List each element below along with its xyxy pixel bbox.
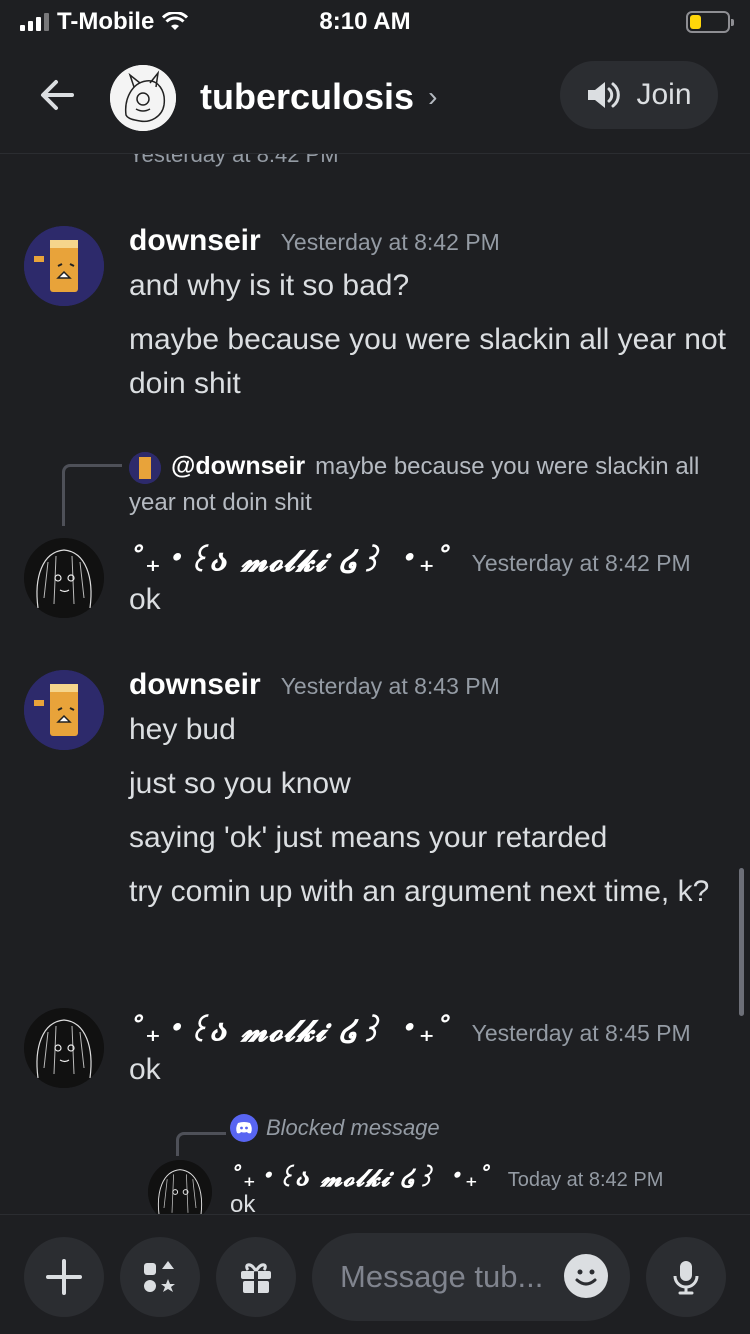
gift-button[interactable] bbox=[216, 1237, 296, 1317]
status-time: 8:10 AM bbox=[319, 8, 411, 35]
cellular-signal-icon bbox=[20, 13, 49, 31]
username[interactable]: downseir bbox=[129, 668, 261, 702]
message-text: just so you know bbox=[129, 767, 351, 800]
username[interactable]: downseir bbox=[129, 224, 261, 258]
channel-name: tuberculosis bbox=[200, 76, 415, 117]
chevron-right-icon: › bbox=[428, 81, 438, 112]
voice-message-button[interactable] bbox=[646, 1237, 726, 1317]
status-bar: T-Mobile 8:10 AM bbox=[0, 0, 750, 44]
emoji-icon[interactable] bbox=[564, 1254, 608, 1298]
channel-header: tuberculosis › Join bbox=[0, 44, 750, 154]
user-avatar[interactable] bbox=[148, 1160, 212, 1214]
reply-avatar bbox=[129, 451, 161, 484]
message-text: and why is it so bad? bbox=[129, 269, 410, 302]
battery-icon bbox=[686, 11, 734, 33]
group-avatar[interactable] bbox=[110, 65, 176, 131]
reply-username: @downseir bbox=[171, 452, 306, 480]
user-avatar[interactable] bbox=[24, 670, 104, 750]
username[interactable]: ˚₊‧꒰ა 𝓶𝓸𝓵𝓴𝓲 ໒꒱ ‧₊˚ bbox=[129, 540, 452, 579]
message-input-container[interactable] bbox=[312, 1233, 630, 1321]
message-text: ok bbox=[129, 583, 161, 616]
back-arrow-icon[interactable] bbox=[36, 74, 78, 116]
user-avatar[interactable] bbox=[24, 1008, 104, 1088]
join-voice-button[interactable]: Join bbox=[560, 61, 718, 129]
blocked-message-reply[interactable]: Blocked message bbox=[230, 1114, 440, 1142]
message-timestamp: Yesterday at 8:42 PM bbox=[129, 154, 339, 167]
wifi-icon bbox=[162, 12, 189, 30]
message-text: hey bud bbox=[129, 713, 236, 746]
microphone-icon bbox=[673, 1261, 699, 1295]
add-attachment-button[interactable] bbox=[24, 1237, 104, 1317]
apps-icon bbox=[144, 1261, 175, 1292]
plus-icon bbox=[46, 1259, 82, 1295]
user-avatar[interactable] bbox=[24, 226, 104, 306]
carrier-label: T-Mobile bbox=[57, 8, 155, 35]
gift-icon bbox=[241, 1263, 271, 1293]
message-input[interactable] bbox=[340, 1259, 550, 1295]
message-text: saying 'ok' just means your retarded bbox=[129, 821, 608, 854]
message-timestamp: Today at 8:42 PM bbox=[507, 1169, 664, 1191]
reply-connector bbox=[176, 1132, 226, 1156]
message-text: ok bbox=[230, 1191, 256, 1214]
message-text: maybe because you were slackin all year … bbox=[129, 323, 726, 400]
reply-connector bbox=[62, 464, 122, 526]
message-composer bbox=[0, 1214, 750, 1334]
discord-icon bbox=[230, 1114, 258, 1142]
user-avatar[interactable] bbox=[24, 538, 104, 618]
username[interactable]: ˚₊‧꒰ა 𝓶𝓸𝓵𝓴𝓲 ໒꒱ ‧₊˚ bbox=[230, 1160, 492, 1192]
apps-button[interactable] bbox=[120, 1237, 200, 1317]
message-timestamp: Yesterday at 8:42 PM bbox=[280, 229, 500, 255]
join-label: Join bbox=[636, 78, 692, 111]
blocked-message-label: Blocked message bbox=[266, 1115, 440, 1140]
reply-preview[interactable]: @downseir maybe because you were slackin … bbox=[129, 448, 729, 521]
message-text: ok bbox=[129, 1053, 161, 1086]
channel-title[interactable]: tuberculosis › bbox=[200, 76, 437, 118]
message-list[interactable]: Yesterday at 8:42 PM downseir Yesterday … bbox=[0, 154, 750, 1214]
message-timestamp: Yesterday at 8:43 PM bbox=[280, 673, 500, 699]
message-timestamp: Yesterday at 8:45 PM bbox=[471, 1020, 691, 1046]
username[interactable]: ˚₊‧꒰ა 𝓶𝓸𝓵𝓴𝓲 ໒꒱ ‧₊˚ bbox=[129, 1010, 452, 1049]
scrollbar[interactable] bbox=[739, 868, 744, 1016]
message-text: try comin up with an argument next time,… bbox=[129, 875, 710, 908]
speaker-icon bbox=[588, 82, 621, 108]
message-timestamp: Yesterday at 8:42 PM bbox=[471, 550, 691, 576]
